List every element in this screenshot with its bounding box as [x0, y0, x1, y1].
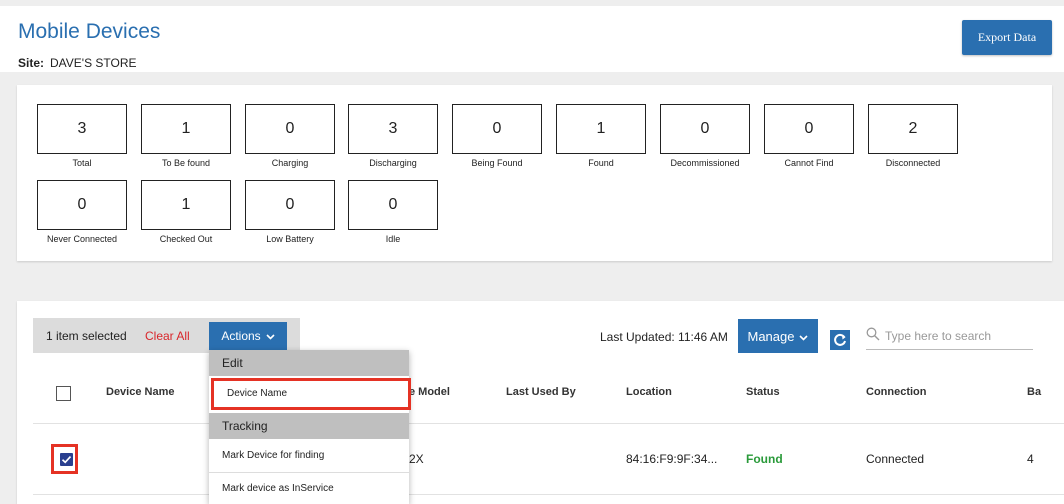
devices-table-panel: 1 item selected Clear All Actions Last U…: [17, 301, 1064, 504]
stat-value: 2: [868, 104, 958, 154]
stat-cannot-find[interactable]: 0 Cannot Find: [764, 104, 856, 168]
col-last-used-by[interactable]: Last Used By: [506, 386, 576, 398]
refresh-button[interactable]: [830, 330, 850, 350]
chevron-down-icon: [799, 334, 809, 341]
stat-label: Being Found: [471, 158, 523, 168]
col-location[interactable]: Location: [626, 386, 672, 398]
selection-bar: 1 item selected Clear All Actions: [33, 318, 300, 353]
cell-battery: 4: [1027, 452, 1034, 466]
stat-disconnected[interactable]: 2 Disconnected: [868, 104, 960, 168]
device-stats-panel: 3 Total 1 To Be found 0 Charging 3 Disch…: [17, 85, 1052, 261]
search-box: [866, 323, 1033, 350]
manage-button[interactable]: Manage: [738, 319, 818, 353]
menu-section-tracking: Tracking: [209, 413, 409, 439]
menu-section-edit: Edit: [209, 350, 409, 376]
actions-dropdown-menu: Edit Device Name Tracking Mark Device fo…: [209, 350, 411, 504]
search-input[interactable]: [885, 326, 1031, 346]
clear-all-link[interactable]: Clear All: [145, 329, 190, 343]
site-label: Site:: [18, 56, 45, 70]
cell-connection: Connected: [866, 452, 925, 466]
stat-value: 1: [141, 180, 231, 230]
stat-label: Decommissioned: [670, 158, 740, 168]
stat-total[interactable]: 3 Total: [37, 104, 129, 168]
stat-charging[interactable]: 0 Charging: [245, 104, 337, 168]
table-row[interactable]: 2X 84:16:F9:9F:34... Found Connected 4: [33, 424, 1064, 495]
row-checkbox[interactable]: [60, 453, 73, 466]
stat-value: 0: [452, 104, 542, 154]
col-battery[interactable]: Ba: [1027, 386, 1041, 398]
stat-discharging[interactable]: 3 Discharging: [348, 104, 440, 168]
stat-value: 0: [348, 180, 438, 230]
col-connection[interactable]: Connection: [866, 386, 927, 398]
site-name: DAVE'S STORE: [50, 56, 137, 70]
actions-label: Actions: [221, 329, 261, 343]
manage-label: Manage: [747, 328, 795, 344]
stat-value: 1: [141, 104, 231, 154]
cell-model: 2X: [409, 452, 424, 466]
chevron-down-icon: [266, 334, 275, 340]
export-data-button[interactable]: Export Data: [962, 20, 1052, 55]
stat-low-battery[interactable]: 0 Low Battery: [245, 180, 337, 244]
stat-label: Charging: [271, 158, 309, 168]
stat-being-found[interactable]: 0 Being Found: [452, 104, 544, 168]
cell-status: Found: [746, 452, 783, 466]
refresh-icon: [834, 333, 846, 346]
stat-label: Cannot Find: [784, 158, 834, 168]
row-checkbox-highlight: [51, 444, 78, 474]
stat-value: 0: [245, 104, 335, 154]
stat-value: 3: [37, 104, 127, 154]
stat-value: 1: [556, 104, 646, 154]
menu-item-mark-inservice[interactable]: Mark device as InService: [209, 475, 409, 503]
stat-label: Never Connected: [46, 234, 118, 244]
menu-item-mark-for-finding[interactable]: Mark Device for finding: [209, 442, 409, 470]
stat-label: Idle: [385, 234, 401, 244]
checkmark-icon: [61, 456, 72, 464]
stat-idle[interactable]: 0 Idle: [348, 180, 440, 244]
menu-item-device-name[interactable]: Device Name: [211, 378, 411, 410]
select-all-checkbox[interactable]: [56, 386, 71, 401]
stat-value: 3: [348, 104, 438, 154]
stat-value: 0: [764, 104, 854, 154]
stat-found[interactable]: 1 Found: [556, 104, 648, 168]
last-updated-text: Last Updated: 11:46 AM: [600, 330, 728, 344]
stat-value: 0: [660, 104, 750, 154]
page-title: Mobile Devices: [18, 20, 161, 43]
actions-button[interactable]: Actions: [209, 322, 287, 350]
table-header: Device Name e Model Last Used By Locatio…: [33, 363, 1064, 424]
stat-label: Low Battery: [266, 234, 314, 244]
stat-decommissioned[interactable]: 0 Decommissioned: [660, 104, 752, 168]
stat-label: Discharging: [369, 158, 417, 168]
stat-value: 0: [245, 180, 335, 230]
page-header: Mobile Devices Site: DAVE'S STORE Export …: [0, 6, 1064, 72]
stat-value: 0: [37, 180, 127, 230]
selected-count: 1 item selected: [46, 329, 127, 343]
stat-label: Total: [72, 158, 92, 168]
col-device-name[interactable]: Device Name: [106, 386, 175, 398]
stat-label: To Be found: [161, 158, 211, 168]
search-icon: [866, 327, 880, 341]
stat-label: Found: [588, 158, 614, 168]
stat-checked-out[interactable]: 1 Checked Out: [141, 180, 233, 244]
stat-label: Disconnected: [885, 158, 941, 168]
col-model[interactable]: e Model: [409, 386, 450, 398]
menu-divider: [209, 472, 409, 473]
col-status[interactable]: Status: [746, 386, 780, 398]
stat-label: Checked Out: [159, 234, 213, 244]
site-line: Site: DAVE'S STORE: [18, 56, 137, 70]
cell-location: 84:16:F9:9F:34...: [626, 452, 718, 466]
stat-to-be-found[interactable]: 1 To Be found: [141, 104, 233, 168]
stat-never-connected[interactable]: 0 Never Connected: [37, 180, 129, 244]
